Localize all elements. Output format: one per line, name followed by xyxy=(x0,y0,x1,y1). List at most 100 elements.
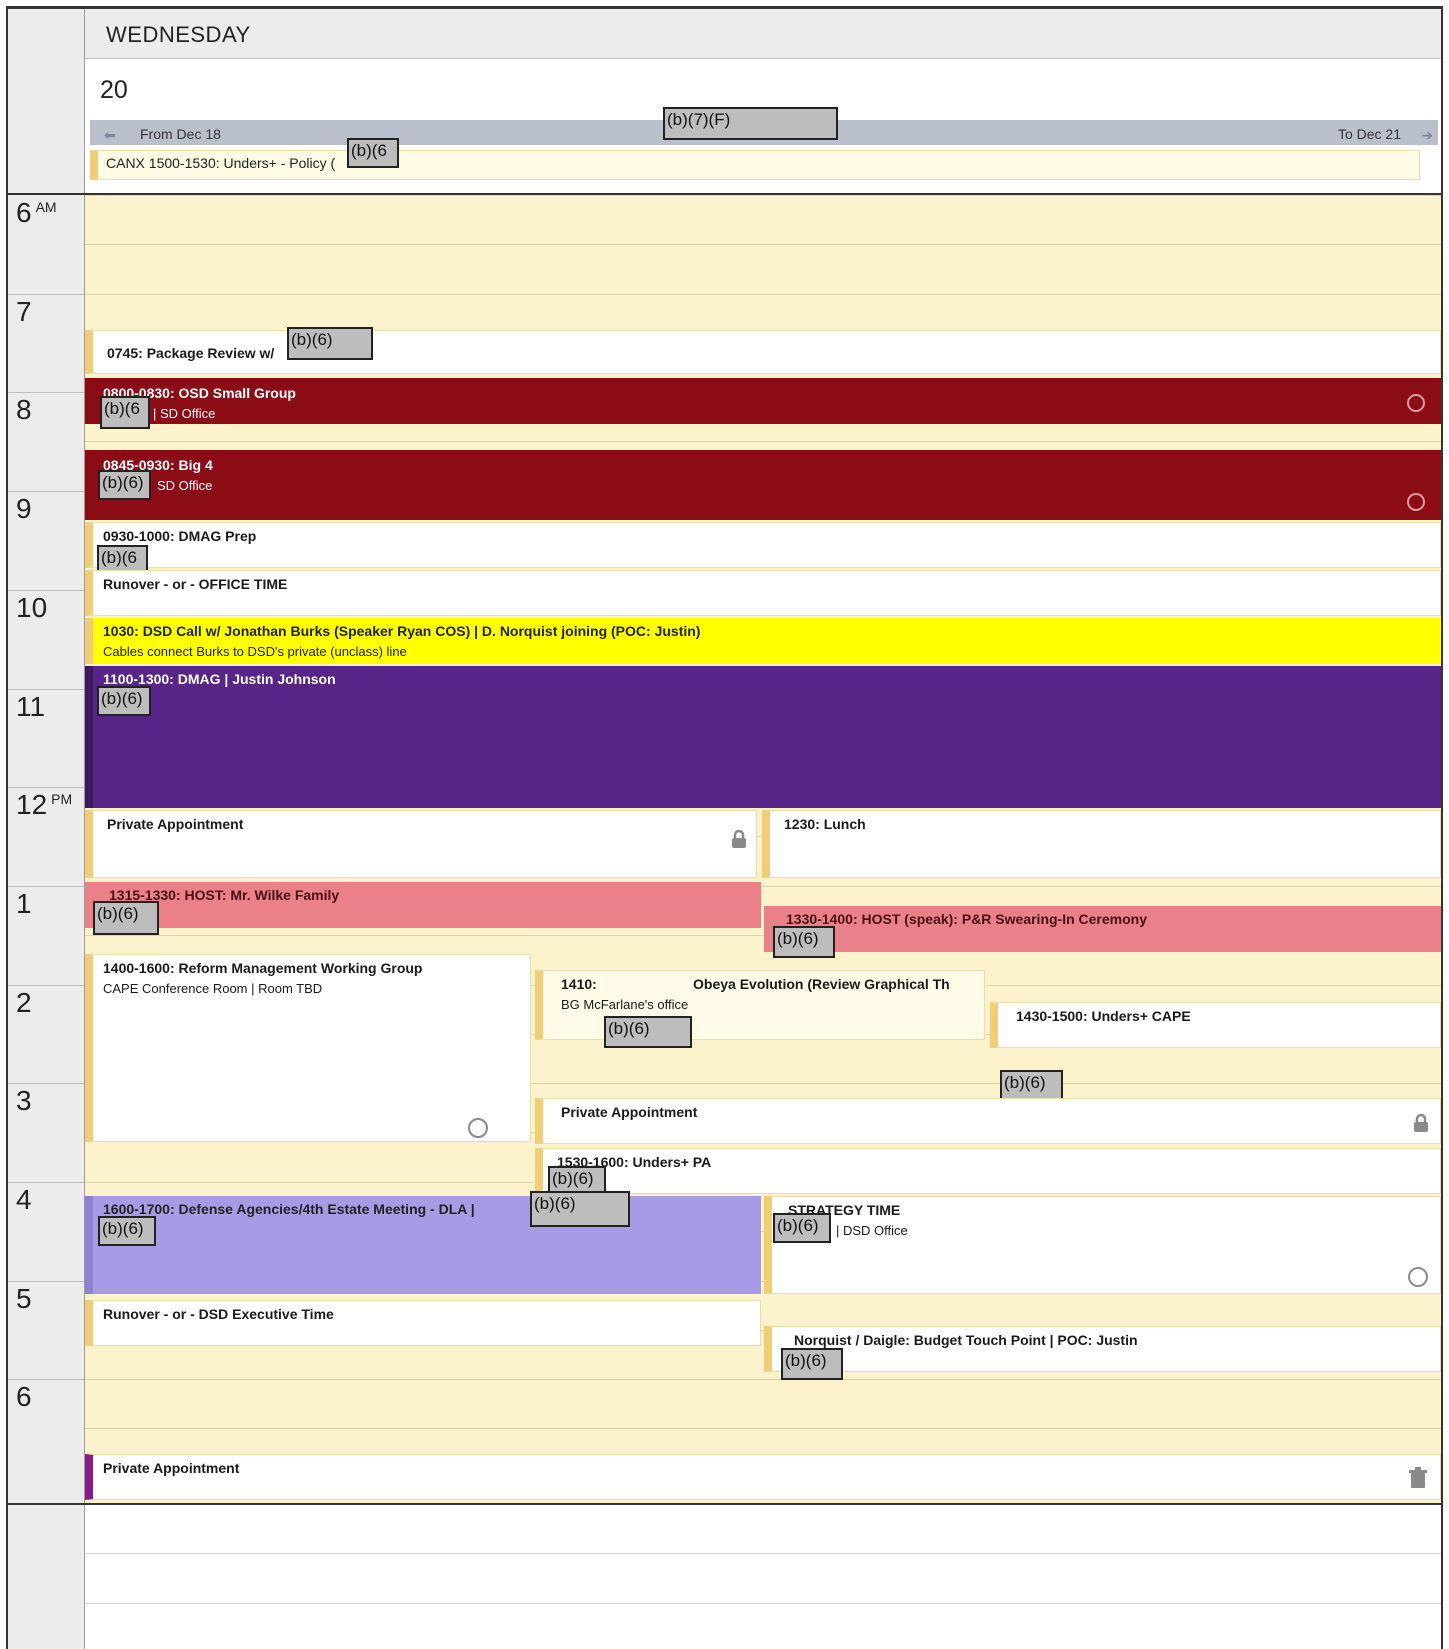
event-defense-agencies[interactable]: 1600-1700: Defense Agencies/4th Estate M… xyxy=(85,1196,761,1294)
event-title: Runover - or - OFFICE TIME xyxy=(103,576,288,592)
hour-number: 10 xyxy=(16,592,48,623)
next-day-area xyxy=(85,1505,1441,1649)
gutter-hour-line xyxy=(8,1281,84,1282)
range-to-label: To Dec 21 xyxy=(1337,126,1401,142)
redaction-box: (b)(6) xyxy=(604,1016,692,1048)
event-host-swearing-in[interactable]: 1330-1400: HOST (speak): P&R Swearing-In… xyxy=(764,906,1441,952)
arrow-left-icon: ⬅ xyxy=(104,127,116,143)
recurrence-icon xyxy=(468,1118,488,1138)
event-title: 1330-1400: HOST (speak): P&R Swearing-In… xyxy=(786,911,1148,927)
gutter-hour-line xyxy=(8,689,84,690)
event-private-1[interactable]: Private Appointment xyxy=(85,810,757,878)
event-title: Private Appointment xyxy=(107,816,244,832)
recurrence-icon xyxy=(1407,493,1425,511)
redaction-box: (b)(6) xyxy=(287,327,373,360)
event-title: 1100-1300: DMAG | Justin Johnson xyxy=(103,671,336,687)
gutter-hour-line xyxy=(8,590,84,591)
hour-label: 8 xyxy=(16,394,32,426)
hour-label: 5 xyxy=(16,1283,32,1315)
event-host-wilke[interactable]: 1315-1330: HOST: Mr. Wilke Family xyxy=(85,882,761,928)
event-title: 1230: Lunch xyxy=(784,816,866,832)
recurrence-icon xyxy=(1408,1267,1428,1287)
event-title: 0745: Package Review w/ xyxy=(107,345,275,361)
hour-number: 11 xyxy=(16,691,46,722)
event-title: 1600-1700: Defense Agencies/4th Estate M… xyxy=(103,1201,475,1217)
hour-label: 3 xyxy=(16,1085,32,1117)
hour-number: 5 xyxy=(16,1283,32,1314)
allday-redaction: (b)(6 xyxy=(347,138,399,168)
event-lunch[interactable]: 1230: Lunch xyxy=(762,810,1441,878)
hour-label: 7 xyxy=(16,296,32,328)
redaction-box: (b)(6) xyxy=(98,470,151,500)
half-hour-line xyxy=(85,244,1441,245)
event-location: CAPE Conference Room | Room TBD xyxy=(103,981,323,996)
arrow-right-icon: ➔ xyxy=(1421,127,1433,143)
gutter-hour-line xyxy=(8,886,84,887)
redaction-box: (b)(6) xyxy=(98,1216,156,1246)
half-hour-line xyxy=(85,441,1441,442)
day-number[interactable]: 20 xyxy=(100,76,128,105)
event-title: 1400-1600: Reform Management Working Gro… xyxy=(103,960,423,976)
event-title: Obeya Evolution (Review Graphical Th xyxy=(693,976,950,992)
hour-line xyxy=(85,1379,1441,1380)
redaction-box: (b)(6) xyxy=(93,901,159,935)
event-title: Private Appointment xyxy=(561,1104,698,1120)
event-title-prefix: 1410: xyxy=(561,976,597,992)
event-unders-cape[interactable]: 1430-1500: Unders+ CAPE xyxy=(990,1002,1441,1048)
event-obeya[interactable]: 1410: Obeya Evolution (Review Graphical … xyxy=(535,970,985,1040)
hour-number: 6 xyxy=(16,1381,32,1412)
range-from-label: From Dec 18 xyxy=(140,126,221,142)
hour-label: 12 PM xyxy=(16,789,72,821)
event-title: 0930-1000: DMAG Prep xyxy=(103,528,257,544)
event-runover-office[interactable]: Runover - or - OFFICE TIME xyxy=(85,570,1441,616)
redaction-box: (b)(6) xyxy=(773,1213,831,1243)
event-osd-small-group[interactable]: 0800-0830: OSD Small Group | SD Office xyxy=(85,378,1441,424)
day-header xyxy=(85,9,1441,59)
gutter-hour-line xyxy=(8,1379,84,1380)
event-title: 1030: DSD Call w/ Jonathan Burks (Speake… xyxy=(103,623,701,639)
hour-label: 10 xyxy=(16,592,47,624)
half-hour-line xyxy=(85,1428,1441,1429)
hour-number: 2 xyxy=(16,987,32,1018)
event-private-2[interactable]: Private Appointment xyxy=(535,1098,1441,1144)
redaction-box: (b)(6) xyxy=(781,1348,843,1380)
gutter-hour-line xyxy=(8,491,84,492)
event-dsd-call[interactable]: 1030: DSD Call w/ Jonathan Burks (Speake… xyxy=(85,618,1441,664)
hour-label: 9 xyxy=(16,493,32,525)
lock-icon xyxy=(1412,1113,1430,1133)
event-dmag-prep[interactable]: 0930-1000: DMAG Prep xyxy=(85,522,1441,568)
hour-label: 6 xyxy=(16,1381,32,1413)
event-strategy-time[interactable]: STRATEGY TIME | DSD Office xyxy=(764,1196,1441,1294)
hour-label: 4 xyxy=(16,1184,32,1216)
redaction-box: (b)(6 xyxy=(100,396,150,429)
event-unders-pa[interactable]: 1530-1600: Unders+ PA xyxy=(535,1148,1441,1194)
event-reform-mgmt[interactable]: 1400-1600: Reform Management Working Gro… xyxy=(85,954,531,1142)
gutter-hour-line xyxy=(8,1083,84,1084)
event-runover-dsd[interactable]: Runover - or - DSD Executive Time xyxy=(85,1300,761,1346)
hour-line xyxy=(85,294,1441,295)
hour-number: 7 xyxy=(16,296,32,327)
bottom-gridline xyxy=(85,1603,1441,1604)
hour-number: 8 xyxy=(16,394,32,425)
hour-label: 6 AM xyxy=(16,197,57,229)
gutter-hour-line xyxy=(8,1182,84,1183)
event-private-3[interactable]: Private Appointment xyxy=(85,1454,1441,1500)
event-dmag[interactable]: 1100-1300: DMAG | Justin Johnson xyxy=(85,666,1441,808)
redaction-box: (b)(6) xyxy=(530,1191,630,1227)
event-title: Runover - or - DSD Executive Time xyxy=(103,1306,334,1322)
event-location: | SD Office xyxy=(153,406,216,421)
hour-label: 1 xyxy=(16,888,32,920)
event-big-4[interactable]: 0845-0930: Big 4 SD Office xyxy=(85,450,1441,520)
event-norquist-daigle[interactable]: Norquist / Daigle: Budget Touch Point | … xyxy=(764,1326,1441,1372)
hour-number: 12 xyxy=(16,789,48,820)
hour-label: 11 xyxy=(16,691,45,723)
hour-label: 2 xyxy=(16,987,32,1019)
event-title: Norquist / Daigle: Budget Touch Point | … xyxy=(794,1332,1138,1348)
event-location: SD Office xyxy=(157,478,213,493)
recurrence-icon xyxy=(1407,394,1425,412)
bottom-gridline xyxy=(85,1553,1441,1554)
lock-icon xyxy=(730,829,748,849)
redaction-box: (b)(6) xyxy=(773,926,835,958)
hour-number: 4 xyxy=(16,1184,32,1215)
gutter-hour-line xyxy=(8,392,84,393)
